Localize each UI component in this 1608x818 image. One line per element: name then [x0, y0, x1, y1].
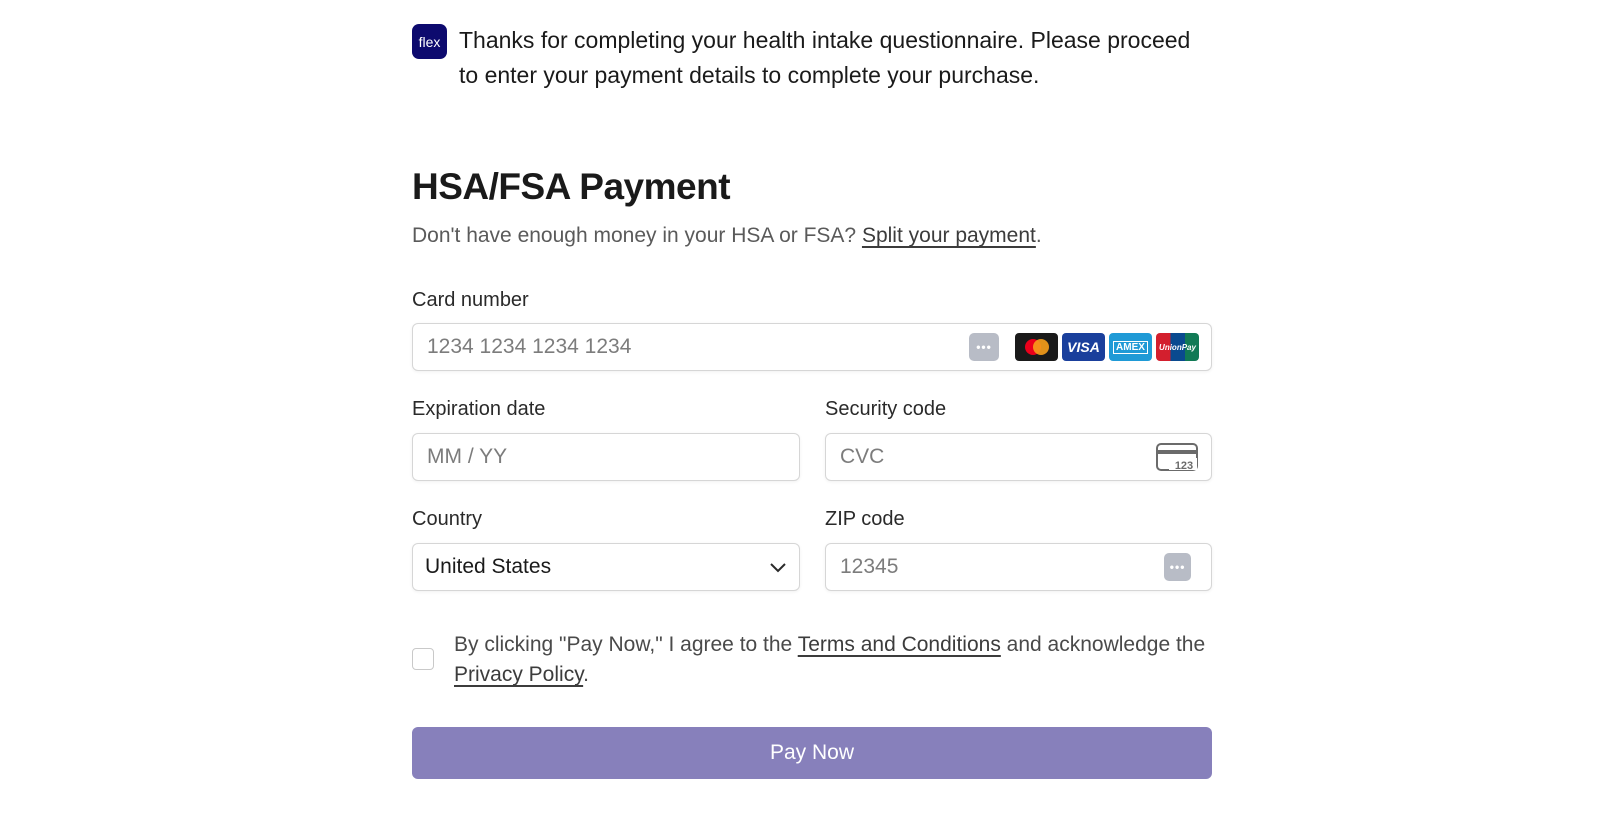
mastercard-icon: [1015, 333, 1058, 361]
cvc-card-icon: 123: [1156, 443, 1198, 472]
country-value: United States: [425, 555, 552, 578]
terms-middle: and acknowledge the: [1006, 633, 1206, 656]
split-payment-link[interactable]: Split your payment: [862, 224, 1036, 247]
zip-code-field[interactable]: •••: [825, 543, 1212, 591]
security-code-input[interactable]: [838, 444, 1155, 470]
subtitle-period: .: [1035, 224, 1042, 247]
autofill-icon[interactable]: •••: [1164, 553, 1191, 581]
country-select[interactable]: United States: [412, 543, 800, 591]
flex-logo: flex: [412, 24, 447, 59]
subtitle-text: Don't have enough money in your HSA or F…: [412, 224, 857, 247]
terms-link[interactable]: Terms and Conditions: [798, 633, 1001, 656]
unionpay-text: UnionPay: [1159, 342, 1196, 352]
expiration-field[interactable]: [412, 433, 800, 481]
autofill-icon[interactable]: •••: [969, 333, 999, 361]
intro-message: flex Thanks for completing your health i…: [412, 24, 1212, 93]
country-label: Country: [412, 508, 483, 530]
zip-code-input[interactable]: [838, 554, 1165, 580]
security-code-label: Security code: [825, 398, 947, 420]
terms-suffix: .: [583, 663, 589, 686]
card-number-field[interactable]: ••• VISA AMEX UnionPay: [412, 323, 1212, 371]
zip-code-label: ZIP code: [825, 508, 905, 530]
pay-now-button[interactable]: Pay Now: [412, 727, 1212, 779]
intro-text: Thanks for completing your health intake…: [459, 27, 1191, 88]
terms-text: By clicking "Pay Now," I agree to the Te…: [454, 630, 1212, 690]
subtitle: Don't have enough money in your HSA or F…: [412, 224, 1042, 248]
card-number-label: Card number: [412, 289, 529, 311]
visa-text: VISA: [1067, 339, 1100, 355]
chevron-down-icon: [770, 563, 786, 573]
visa-icon: VISA: [1062, 333, 1105, 361]
card-number-input[interactable]: [425, 334, 969, 360]
privacy-policy-link[interactable]: Privacy Policy: [454, 663, 583, 686]
cvc-icon-text: 123: [1175, 460, 1193, 472]
expiration-label: Expiration date: [412, 398, 546, 420]
terms-agreement: By clicking "Pay Now," I agree to the Te…: [412, 630, 1212, 690]
card-brands: ••• VISA AMEX UnionPay: [969, 333, 1199, 361]
terms-prefix: By clicking "Pay Now," I agree to the: [454, 633, 793, 656]
unionpay-icon: UnionPay: [1156, 333, 1199, 361]
security-code-field[interactable]: 123: [825, 433, 1212, 481]
amex-text: AMEX: [1113, 340, 1148, 354]
amex-icon: AMEX: [1109, 333, 1152, 361]
expiration-input[interactable]: [425, 444, 787, 470]
terms-checkbox[interactable]: [412, 648, 434, 670]
page-title: HSA/FSA Payment: [412, 166, 731, 207]
